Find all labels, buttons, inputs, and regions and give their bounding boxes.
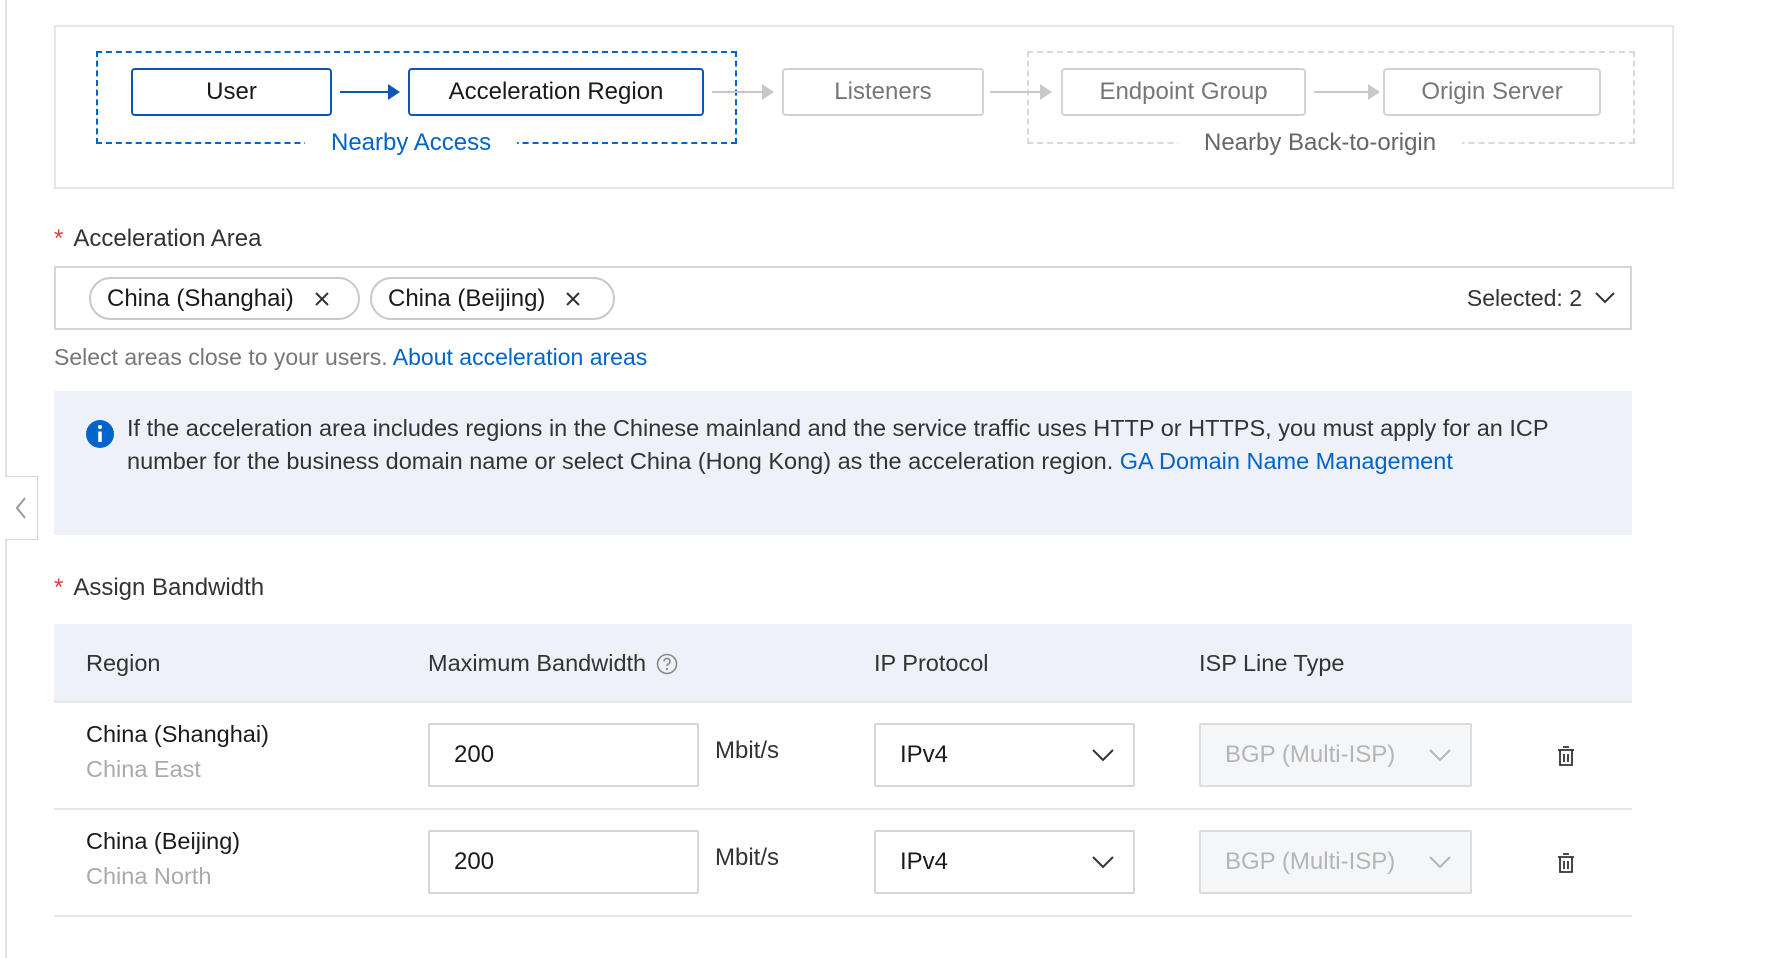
chevron-down-icon	[1429, 749, 1451, 762]
close-icon[interactable]	[565, 291, 581, 307]
assign-bandwidth-label-text: Assign Bandwidth	[73, 574, 265, 601]
trash-icon	[1558, 853, 1574, 873]
acceleration-area-select[interactable]: China (Shanghai) China (Beijing) Selecte…	[54, 266, 1632, 330]
table-row: China (Shanghai) China East Mbit/s IPv4 …	[54, 703, 1632, 810]
region-name: China (Beijing)	[86, 828, 241, 854]
area-tag-label: China (Beijing)	[388, 284, 546, 312]
ip-protocol-value: IPv4	[900, 848, 949, 875]
selected-count-text: Selected: 2	[1466, 284, 1582, 311]
question-circle-icon[interactable]	[656, 653, 678, 675]
collapse-sidebar-button[interactable]	[5, 476, 38, 540]
delete-row-button[interactable]	[1556, 745, 1576, 767]
isp-line-type-select: BGP (Multi-ISP)	[1199, 830, 1472, 894]
isp-line-type-select: BGP (Multi-ISP)	[1199, 723, 1472, 787]
flow-arrow-icon	[340, 84, 400, 100]
table-row: China (Beijing) China North Mbit/s IPv4 …	[54, 810, 1632, 917]
ip-protocol-value: IPv4	[900, 741, 949, 768]
info-circle-icon	[86, 420, 114, 448]
bandwidth-unit: Mbit/s	[715, 737, 780, 764]
region-area: China East	[86, 756, 201, 782]
flow-node-origin-server: Origin Server	[1383, 68, 1601, 116]
flow-node-acceleration-region: Acceleration Region	[408, 68, 704, 116]
bandwidth-table: Region Maximum Bandwidth IP Protocol ISP…	[54, 624, 1632, 917]
acceleration-area-hint: Select areas close to your users. About …	[54, 344, 647, 371]
delete-row-button[interactable]	[1556, 852, 1576, 874]
area-tag: China (Beijing)	[370, 277, 615, 320]
chevron-left-icon	[15, 497, 26, 519]
ip-protocol-select[interactable]: IPv4	[874, 723, 1135, 787]
chevron-down-icon	[1092, 856, 1114, 869]
region-cell: China (Shanghai) China East	[86, 721, 269, 783]
chevron-down-icon	[1429, 856, 1451, 869]
area-tag-label: China (Shanghai)	[107, 284, 294, 312]
flow-node-user: User	[131, 68, 332, 116]
about-acceleration-areas-link[interactable]: About acceleration areas	[393, 344, 647, 370]
nearby-back-to-origin-label: Nearby Back-to-origin	[1178, 126, 1463, 160]
hint-text: Select areas close to your users.	[54, 344, 388, 370]
column-header-max-bandwidth: Maximum Bandwidth	[428, 624, 678, 703]
required-mark: *	[54, 225, 64, 252]
isp-line-type-value: BGP (Multi-ISP)	[1225, 741, 1396, 768]
column-header-ip-protocol: IP Protocol	[874, 650, 989, 676]
bandwidth-input[interactable]	[428, 830, 699, 894]
close-icon[interactable]	[314, 291, 330, 307]
region-cell: China (Beijing) China North	[86, 828, 240, 890]
required-mark: *	[54, 574, 64, 601]
isp-line-type-value: BGP (Multi-ISP)	[1225, 848, 1396, 875]
flow-node-listeners: Listeners	[782, 68, 984, 116]
page: Nearby Access Nearby Back-to-origin User…	[0, 0, 1776, 958]
selected-count[interactable]: Selected: 2	[1467, 268, 1616, 328]
assign-bandwidth-label: * Assign Bandwidth	[54, 574, 264, 602]
area-tag: China (Shanghai)	[89, 277, 360, 320]
column-header-isp-line-type: ISP Line Type	[1199, 650, 1345, 676]
info-message: If the acceleration area includes region…	[127, 412, 1597, 477]
table-header: Region Maximum Bandwidth IP Protocol ISP…	[54, 624, 1632, 703]
bandwidth-unit: Mbit/s	[715, 844, 780, 871]
flow-node-endpoint-group: Endpoint Group	[1061, 68, 1306, 116]
ip-protocol-select[interactable]: IPv4	[874, 830, 1135, 894]
trash-icon	[1558, 746, 1574, 766]
region-area: China North	[86, 863, 212, 889]
column-header-max-bandwidth-text: Maximum Bandwidth	[428, 650, 647, 676]
chevron-down-icon	[1092, 749, 1114, 762]
column-header-region: Region	[86, 650, 161, 676]
nearby-access-label: Nearby Access	[305, 126, 518, 160]
acceleration-area-label-text: Acceleration Area	[73, 225, 262, 252]
flow-arrow-icon	[1314, 84, 1380, 100]
icp-info-alert: If the acceleration area includes region…	[54, 391, 1632, 535]
bandwidth-input[interactable]	[428, 723, 699, 787]
acceleration-area-label: * Acceleration Area	[54, 225, 261, 253]
flow-arrow-icon	[990, 84, 1052, 100]
ga-domain-name-management-link[interactable]: GA Domain Name Management	[1120, 448, 1453, 474]
chevron-down-icon	[1594, 291, 1616, 305]
region-name: China (Shanghai)	[86, 721, 269, 747]
flow-arrow-icon	[712, 84, 774, 100]
